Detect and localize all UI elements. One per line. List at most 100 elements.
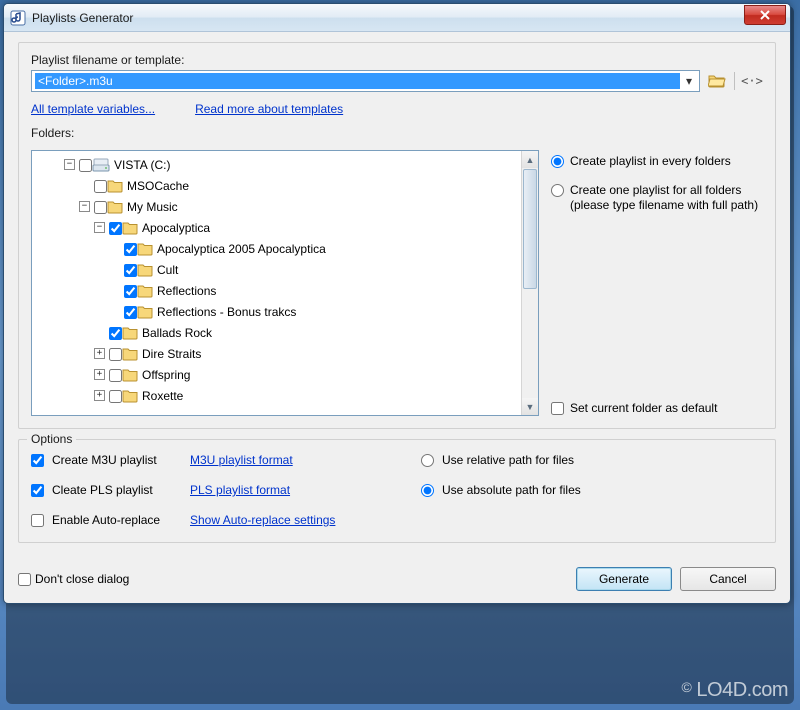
- tree-checkbox[interactable]: [109, 327, 122, 340]
- toolbar-separator: [734, 72, 735, 90]
- check-set-default[interactable]: Set current folder as default: [551, 401, 763, 416]
- tree-node-drive[interactable]: − VISTA (C:): [34, 154, 536, 175]
- app-icon: [10, 10, 26, 26]
- titlebar[interactable]: Playlists Generator: [4, 4, 790, 32]
- radio-label: Use absolute path for files: [442, 483, 581, 497]
- radio-label: Create one playlist for all folders (ple…: [570, 183, 763, 213]
- folder-icon: [122, 347, 138, 361]
- expander-plus-icon[interactable]: +: [94, 390, 105, 401]
- browse-folder-button[interactable]: [706, 70, 728, 92]
- tree-label: Reflections - Bonus trakcs: [157, 305, 296, 319]
- tree-node[interactable]: + Offspring: [34, 364, 536, 385]
- check-m3u-label: Create M3U playlist: [52, 453, 182, 467]
- check-dont-close[interactable]: [18, 573, 31, 586]
- folder-icon: [122, 326, 138, 340]
- tree-checkbox[interactable]: [109, 369, 122, 382]
- filename-dropdown[interactable]: <Folder>.m3u ▾: [31, 70, 700, 92]
- radio-label: Use relative path for files: [442, 453, 574, 467]
- checkbox-label: Set current folder as default: [570, 401, 717, 416]
- filename-label: Playlist filename or template:: [31, 53, 763, 67]
- tree-node[interactable]: MSOCache: [34, 175, 536, 196]
- expander-minus-icon[interactable]: −: [64, 159, 75, 170]
- tree-node[interactable]: Reflections - Bonus trakcs: [34, 301, 536, 322]
- check-auto-label: Enable Auto-replace: [52, 513, 182, 527]
- tree-label: Ballads Rock: [142, 326, 212, 340]
- tree-node[interactable]: + Roxette: [34, 385, 536, 406]
- folder-icon: [122, 368, 138, 382]
- radio-one-playlist[interactable]: Create one playlist for all folders (ple…: [551, 183, 763, 213]
- radio-label: Create playlist in every folders: [570, 154, 731, 169]
- tree-checkbox[interactable]: [124, 285, 137, 298]
- close-button[interactable]: [744, 5, 786, 25]
- folder-icon: [122, 389, 138, 403]
- tree-label: My Music: [127, 200, 178, 214]
- dialog-window: Playlists Generator Playlist filename or…: [3, 3, 791, 604]
- link-read-more[interactable]: Read more about templates: [195, 102, 343, 116]
- folder-icon: [137, 242, 153, 256]
- tree-node[interactable]: − My Music: [34, 196, 536, 217]
- cancel-button[interactable]: Cancel: [680, 567, 776, 591]
- link-pls-format[interactable]: PLS playlist format: [190, 483, 290, 497]
- tree-node[interactable]: Apocalyptica 2005 Apocalyptica: [34, 238, 536, 259]
- tree-node[interactable]: Reflections: [34, 280, 536, 301]
- check-pls-label: Cleate PLS playlist: [52, 483, 182, 497]
- expander-minus-icon[interactable]: −: [94, 222, 105, 233]
- tree-checkbox[interactable]: [94, 201, 107, 214]
- check-auto-replace[interactable]: [31, 514, 44, 527]
- check-dont-close-label: Don't close dialog: [35, 572, 129, 586]
- radio-every-folder[interactable]: Create playlist in every folders: [551, 154, 763, 169]
- folder-icon: [137, 284, 153, 298]
- expander-plus-icon[interactable]: +: [94, 348, 105, 359]
- check-pls[interactable]: [31, 484, 44, 497]
- tree-label: Cult: [157, 263, 178, 277]
- folder-icon: [107, 200, 123, 214]
- tree-checkbox[interactable]: [124, 306, 137, 319]
- radio-absolute-path[interactable]: [421, 484, 434, 497]
- tree-checkbox[interactable]: [79, 159, 92, 172]
- window-title: Playlists Generator: [32, 11, 133, 25]
- generate-button[interactable]: Generate: [576, 567, 672, 591]
- tree-label: Dire Straits: [142, 347, 201, 361]
- tree-node[interactable]: + Dire Straits: [34, 343, 536, 364]
- check-m3u[interactable]: [31, 454, 44, 467]
- link-m3u-format[interactable]: M3U playlist format: [190, 453, 293, 467]
- scroll-down-icon[interactable]: ▼: [522, 398, 538, 415]
- tree-checkbox[interactable]: [109, 390, 122, 403]
- tree-node[interactable]: Cult: [34, 259, 536, 280]
- options-group: Options Create M3U playlist M3U playlist…: [18, 439, 776, 543]
- folders-label: Folders:: [31, 126, 763, 140]
- watermark: © LO4D.com: [682, 679, 788, 702]
- footer-bar: Don't close dialog Generate Cancel: [4, 561, 790, 603]
- link-auto-settings[interactable]: Show Auto-replace settings: [190, 513, 335, 527]
- folder-icon: [137, 305, 153, 319]
- folders-tree[interactable]: − VISTA (C:) MSOCache: [31, 150, 539, 416]
- radio-input[interactable]: [551, 184, 564, 197]
- tree-label: MSOCache: [127, 179, 189, 193]
- main-group: Playlist filename or template: <Folder>.…: [18, 42, 776, 429]
- tree-label: Reflections: [157, 284, 216, 298]
- link-template-vars[interactable]: All template variables...: [31, 102, 155, 116]
- checkbox-input[interactable]: [551, 402, 564, 415]
- tree-checkbox[interactable]: [109, 348, 122, 361]
- tree-label: VISTA (C:): [114, 158, 170, 172]
- folder-icon: [122, 221, 138, 235]
- expander-minus-icon[interactable]: −: [79, 201, 90, 212]
- expander-plus-icon[interactable]: +: [94, 369, 105, 380]
- radio-input[interactable]: [551, 155, 564, 168]
- tree-node[interactable]: Ballads Rock: [34, 322, 536, 343]
- chevron-down-icon[interactable]: ▾: [681, 74, 697, 88]
- tree-scrollbar[interactable]: ▲ ▼: [521, 151, 538, 415]
- folder-icon: [107, 179, 123, 193]
- tree-label: Apocalyptica 2005 Apocalyptica: [157, 242, 326, 256]
- tree-checkbox[interactable]: [124, 243, 137, 256]
- tree-label: Apocalyptica: [142, 221, 210, 235]
- tree-checkbox[interactable]: [124, 264, 137, 277]
- tree-label: Roxette: [142, 389, 183, 403]
- tree-node[interactable]: − Apocalyptica: [34, 217, 536, 238]
- scroll-up-icon[interactable]: ▲: [522, 151, 538, 168]
- radio-relative-path[interactable]: [421, 454, 434, 467]
- tags-button[interactable]: <·>: [741, 70, 763, 92]
- tree-checkbox[interactable]: [109, 222, 122, 235]
- tree-checkbox[interactable]: [94, 180, 107, 193]
- scroll-thumb[interactable]: [523, 169, 537, 289]
